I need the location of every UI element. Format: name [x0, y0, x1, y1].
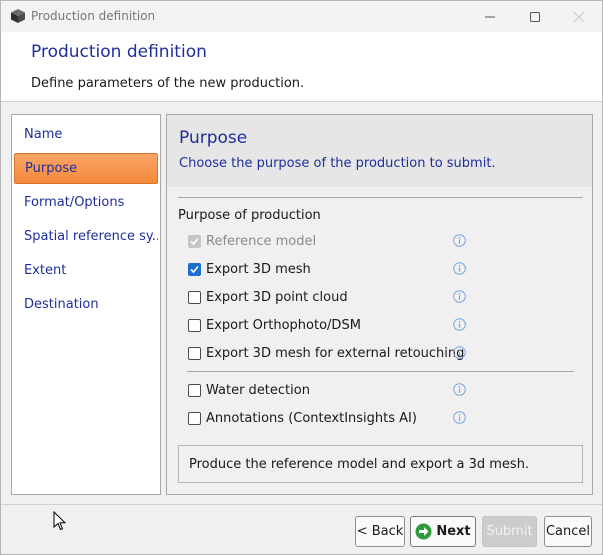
checkbox-annotations[interactable] [188, 411, 201, 425]
option-annotations[interactable]: Annotations (ContextInsights AI) [188, 408, 417, 428]
nav-item-spatial-reference[interactable]: Spatial reference sy... [14, 221, 158, 252]
panel-subtitle: Choose the purpose of the production to … [179, 156, 496, 171]
app-cube-icon [11, 9, 25, 23]
checkmark-icon [190, 237, 199, 245]
info-icon[interactable] [453, 290, 466, 303]
next-button-label: Next [436, 524, 471, 539]
option-label: Export 3D point cloud [206, 289, 348, 305]
checkbox-export-orthophoto-dsm[interactable] [188, 318, 201, 332]
checkbox-export-3d-mesh-retouching[interactable] [188, 346, 201, 360]
option-reference-model: Reference model [188, 231, 316, 251]
option-export-3d-point-cloud[interactable]: Export 3D point cloud [188, 287, 348, 307]
header-description: Define parameters of the new production. [31, 76, 305, 91]
footer-divider [1, 504, 602, 505]
info-icon[interactable] [453, 262, 466, 275]
step-navigation: Name Purpose Format/Options Spatial refe… [11, 114, 161, 495]
maximize-icon [530, 11, 540, 22]
submit-button[interactable]: Submit [482, 516, 537, 547]
minimize-icon [485, 16, 495, 17]
nav-item-purpose[interactable]: Purpose [14, 153, 158, 184]
minimize-button[interactable] [467, 1, 513, 32]
option-export-3d-mesh-retouching[interactable]: Export 3D mesh for external retouching [188, 343, 464, 363]
info-icon[interactable] [453, 383, 466, 396]
purpose-panel: Purpose Choose the purpose of the produc… [166, 114, 593, 495]
option-export-orthophoto-dsm[interactable]: Export Orthophoto/DSM [188, 315, 361, 335]
nav-item-destination[interactable]: Destination [14, 289, 158, 320]
checkbox-water-detection[interactable] [188, 383, 201, 397]
checkmark-icon [190, 265, 199, 273]
mouse-cursor-icon [53, 511, 67, 531]
option-label: Export Orthophoto/DSM [206, 317, 361, 333]
divider [178, 197, 583, 198]
purpose-summary: Produce the reference model and export a… [178, 445, 583, 483]
option-label: Annotations (ContextInsights AI) [206, 410, 417, 426]
option-export-3d-mesh[interactable]: Export 3D mesh [188, 259, 311, 279]
next-arrow-icon [415, 523, 432, 540]
next-button[interactable]: Next [410, 516, 476, 547]
nav-item-name[interactable]: Name [14, 119, 158, 150]
option-label: Reference model [206, 233, 317, 249]
info-icon[interactable] [453, 318, 466, 331]
panel-header: Purpose Choose the purpose of the produc… [167, 115, 592, 187]
checkbox-export-3d-point-cloud[interactable] [188, 290, 201, 304]
group-label: Purpose of production [178, 208, 321, 223]
option-water-detection[interactable]: Water detection [188, 380, 310, 400]
checkbox-export-3d-mesh[interactable] [188, 262, 201, 276]
nav-item-format-options[interactable]: Format/Options [14, 187, 158, 218]
close-icon [574, 11, 584, 22]
back-button[interactable]: < Back [355, 516, 405, 547]
dialog-header: Production definition Define parameters … [1, 32, 602, 102]
info-icon[interactable] [453, 234, 466, 247]
production-definition-dialog: Production definition Production definit… [0, 0, 603, 555]
title-bar: Production definition [1, 1, 602, 32]
cancel-button[interactable]: Cancel [544, 516, 592, 547]
option-label: Water detection [206, 382, 310, 398]
panel-title: Purpose [179, 128, 248, 148]
info-icon[interactable] [453, 411, 466, 424]
maximize-button[interactable] [512, 1, 558, 32]
close-button[interactable] [556, 1, 602, 32]
divider [187, 371, 574, 372]
option-label: Export 3D mesh [206, 261, 311, 277]
checkbox-reference-model [188, 234, 201, 248]
option-label: Export 3D mesh for external retouching [206, 345, 465, 361]
nav-item-extent[interactable]: Extent [14, 255, 158, 286]
window-title: Production definition [31, 9, 156, 23]
header-title: Production definition [31, 42, 207, 62]
info-icon[interactable] [453, 346, 466, 359]
